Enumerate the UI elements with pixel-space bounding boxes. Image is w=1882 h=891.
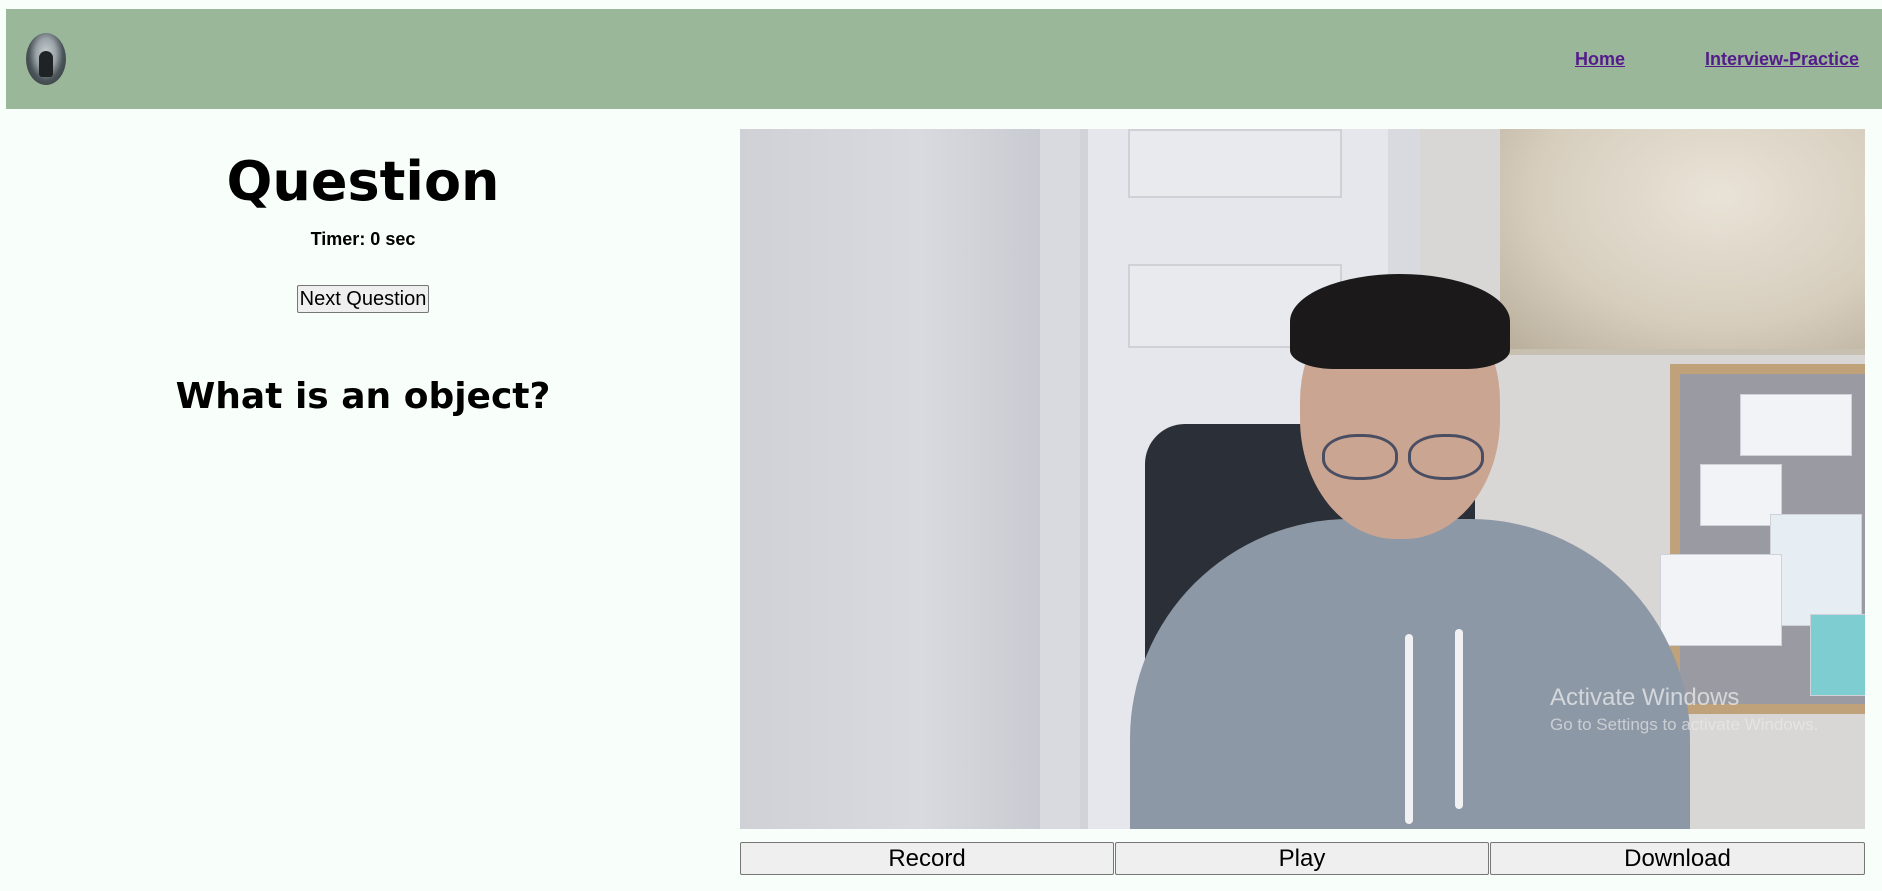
webcam-video[interactable]: Activate Windows Go to Settings to activ… [740, 129, 1865, 829]
video-wall-left [740, 129, 1040, 829]
navbar: Home Interview-Practice [6, 9, 1882, 109]
video-glasses-left [1322, 434, 1398, 480]
video-hoodie-cord-left [1405, 634, 1413, 824]
question-text: What is an object? [175, 376, 551, 417]
video-glasses-right [1408, 434, 1484, 480]
video-hoodie-cord-right [1455, 629, 1463, 809]
play-button[interactable]: Play [1115, 842, 1489, 875]
video-corkboard [1660, 364, 1865, 714]
download-button[interactable]: Download [1490, 842, 1865, 875]
video-person-hair [1290, 274, 1510, 369]
avatar-logo-icon[interactable] [26, 33, 66, 85]
next-question-button[interactable]: Next Question [297, 285, 429, 313]
logo-figure [39, 51, 53, 77]
video-world-map [1500, 129, 1865, 355]
timer-text: Timer: 0 sec [310, 229, 416, 249]
activate-windows-subtitle: Go to Settings to activate Windows. [1550, 715, 1819, 734]
nav-home-link[interactable]: Home [1575, 49, 1625, 70]
record-button[interactable]: Record [740, 842, 1114, 875]
nav-interview-practice-link[interactable]: Interview-Practice [1705, 49, 1859, 70]
activate-windows-title: Activate Windows [1550, 684, 1740, 711]
page-title: Question [226, 150, 500, 213]
